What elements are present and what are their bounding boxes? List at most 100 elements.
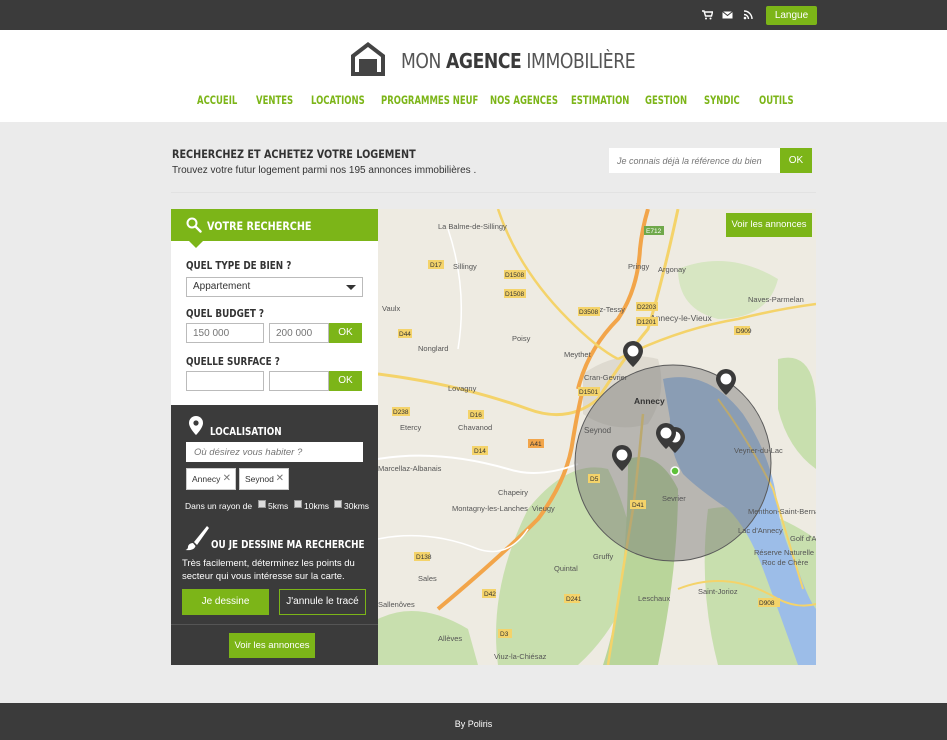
radius-5km-label: 5kms — [268, 501, 289, 511]
road-label: D1508 — [505, 272, 525, 279]
map-label: Pringy — [628, 262, 650, 271]
map-see-listings-button[interactable]: Voir les annonces — [726, 213, 812, 237]
nav-outils[interactable]: OUTILS — [759, 93, 794, 107]
forest-area — [778, 357, 816, 469]
divider — [171, 624, 378, 625]
property-type-select[interactable]: Appartement — [186, 277, 363, 297]
road-label: D16 — [470, 412, 482, 419]
search-icon — [186, 217, 202, 233]
footer: By Poliris — [0, 703, 947, 740]
map-label: Poisy — [512, 334, 531, 343]
map[interactable]: La Balme-de-Sillingy Sillingy Pringy Arg… — [378, 209, 816, 665]
map-label: Naves-Parmelan — [748, 295, 804, 304]
nav-programmes-neuf[interactable]: PROGRAMMES NEUF — [381, 93, 478, 107]
header: MON AGENCE IMMOBILIÈRE ACCUEIL VENTES LO… — [0, 30, 947, 122]
close-icon[interactable]: ✕ — [276, 469, 284, 489]
nav-nos-agences[interactable]: NOS AGENCES — [490, 93, 558, 107]
reference-search-input[interactable] — [609, 148, 780, 173]
radius-10km-label: 10kms — [304, 501, 330, 511]
cancel-draw-button[interactable]: J'annule le tracé — [279, 589, 366, 615]
map-label: Sillingy — [453, 262, 477, 271]
nav-ventes[interactable]: VENTES — [256, 93, 293, 107]
map-label: Leschaux — [638, 594, 670, 603]
radius-5km-checkbox[interactable] — [258, 500, 266, 508]
location-tag-label: Seynod — [245, 474, 274, 484]
map-label: Chapeiry — [498, 488, 528, 497]
road-label: D908 — [759, 600, 775, 607]
road-label: D41 — [632, 502, 644, 509]
road-label: D1508 — [505, 291, 525, 298]
map-label: Sevrier — [662, 494, 686, 503]
header-arrow — [189, 241, 203, 248]
map-label: Sallenôves — [378, 600, 415, 609]
radius-30km-label: 30kms — [344, 501, 370, 511]
map-label: Allèves — [438, 634, 462, 643]
forest-area — [378, 611, 478, 665]
location-input[interactable] — [186, 442, 363, 462]
page-title: RECHERCHEZ ET ACHETEZ VOTRE LOGEMENT — [172, 147, 416, 161]
mail-icon[interactable] — [722, 10, 733, 20]
map-label: Marcellaz-Albanais — [378, 464, 442, 473]
budget-ok-button[interactable]: OK — [329, 323, 362, 343]
road-label: A41 — [530, 441, 542, 448]
property-type-value: Appartement — [193, 281, 251, 292]
draw-title: OU JE DESSINE MA RECHERCHE — [211, 539, 365, 551]
location-tag-annecy[interactable]: Annecy ✕ — [186, 468, 236, 490]
road-label: D44 — [399, 331, 411, 338]
nav-locations[interactable]: LOCATIONS — [311, 93, 365, 107]
map-label: Annecy — [634, 396, 665, 406]
map-label: Golf d'Annecy — [790, 534, 816, 543]
budget-min-input[interactable] — [186, 323, 264, 343]
budget-max-input[interactable] — [269, 323, 329, 343]
budget-label: QUEL BUDGET ? — [186, 308, 265, 320]
map-label: Seynod — [584, 426, 611, 435]
road-label: D1201 — [637, 319, 657, 326]
map-label: Argonay — [658, 265, 686, 274]
nav-estimation[interactable]: ESTIMATION — [571, 93, 629, 107]
surface-ok-button[interactable]: OK — [329, 371, 362, 391]
radius-10km-checkbox[interactable] — [294, 500, 302, 508]
property-type-label: QUEL TYPE DE BIEN ? — [186, 260, 292, 272]
road-label: D3508 — [579, 309, 599, 316]
rss-icon[interactable] — [743, 10, 754, 20]
road — [447, 228, 463, 350]
map-label: Viuz-la-Chiésaz — [494, 652, 547, 661]
map-label: Nonglard — [418, 344, 448, 353]
radius-30km-checkbox[interactable] — [334, 500, 342, 508]
road-label: D2203 — [637, 304, 657, 311]
location-panel: LOCALISATION Annecy✕ Seynod✕ Dans un ray… — [171, 405, 378, 665]
location-tag-label: Annecy — [192, 474, 221, 484]
road-label: E712 — [646, 228, 662, 235]
language-button[interactable]: Langue — [766, 6, 817, 25]
reference-ok-button[interactable]: OK — [780, 148, 812, 173]
map-label: Sales — [418, 574, 437, 583]
road-label: D17 — [430, 262, 442, 269]
cart-icon[interactable] — [702, 10, 713, 20]
chevron-down-icon — [346, 285, 356, 290]
map-label: Annecy-le-Vieux — [650, 313, 712, 323]
nav-gestion[interactable]: GESTION — [645, 93, 687, 107]
location-tag-seynod[interactable]: Seynod ✕ — [239, 468, 289, 490]
map-label: Menthon-Saint-Bernard — [748, 507, 816, 516]
map-label: Meythet — [564, 350, 592, 359]
nav-accueil[interactable]: ACCUEIL — [197, 93, 237, 107]
map-pin-icon — [189, 416, 203, 435]
surface-min-input[interactable] — [186, 371, 264, 391]
map-label: Vaulx — [382, 304, 400, 313]
road-label: D5 — [590, 476, 599, 483]
road-label: D241 — [566, 596, 582, 603]
radius-label: Dans un rayon de — [185, 501, 253, 511]
divider — [171, 192, 816, 193]
map-label: Quintal — [554, 564, 578, 573]
forest-area — [678, 261, 778, 319]
footer-credit: By Poliris — [454, 719, 493, 729]
map-canvas[interactable]: La Balme-de-Sillingy Sillingy Pringy Arg… — [378, 209, 816, 665]
see-listings-button[interactable]: Voir les annonces — [229, 633, 315, 658]
current-location-dot — [670, 466, 680, 476]
close-icon[interactable]: ✕ — [223, 469, 231, 489]
search-panel-header: VOTRE RECHERCHE — [171, 209, 378, 241]
nav-syndic[interactable]: SYNDIC — [704, 93, 740, 107]
surface-max-input[interactable] — [269, 371, 329, 391]
draw-button[interactable]: Je dessine — [182, 589, 269, 615]
brand-name: MON AGENCE IMMOBILIÈRE — [401, 49, 636, 73]
